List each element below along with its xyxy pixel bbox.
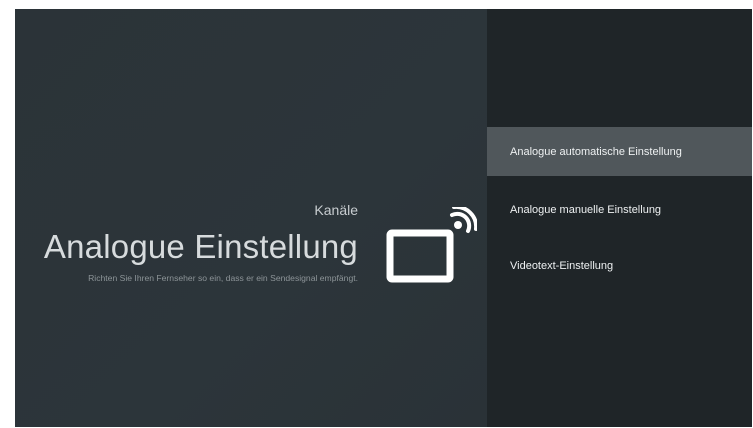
tv-settings-screen: Kanäle Analogue Einstellung Richten Sie … xyxy=(15,9,752,427)
info-panel: Kanäle Analogue Einstellung Richten Sie … xyxy=(15,9,487,427)
settings-menu: Analogue automatische Einstellung Analog… xyxy=(487,9,752,427)
menu-item-analogue-auto[interactable]: Analogue automatische Einstellung xyxy=(487,127,752,176)
menu-item-analogue-manual[interactable]: Analogue manuelle Einstellung xyxy=(487,185,752,234)
menu-item-teletext[interactable]: Videotext-Einstellung xyxy=(487,241,752,290)
menu-item-label: Analogue automatische Einstellung xyxy=(510,145,682,158)
page-title: Analogue Einstellung xyxy=(43,228,358,265)
breadcrumb-category: Kanäle xyxy=(314,202,358,218)
tv-signal-icon xyxy=(386,207,477,283)
menu-item-label: Videotext-Einstellung xyxy=(510,259,614,272)
menu-item-label: Analogue manuelle Einstellung xyxy=(510,203,662,216)
page-description: Richten Sie Ihren Fernseher so ein, dass… xyxy=(88,273,358,283)
